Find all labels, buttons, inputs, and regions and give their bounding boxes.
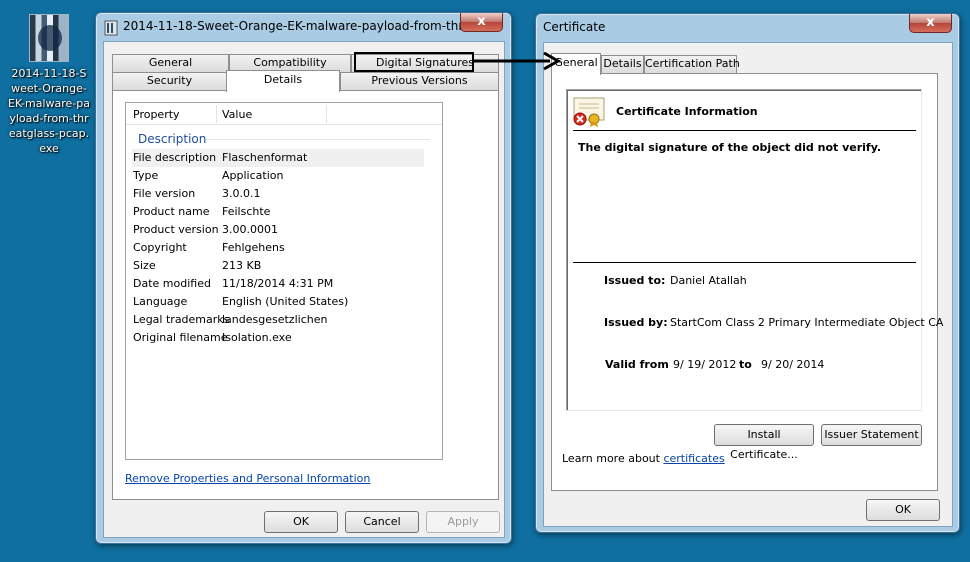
property-name: Product version [133, 223, 219, 236]
exe-file-icon [29, 14, 69, 62]
properties-close-button[interactable]: x [460, 13, 503, 32]
property-name: Date modified [133, 277, 211, 290]
certificate-client: General Details Certification Path Certi… [543, 42, 953, 527]
valid-from-value: 9/ 19/ 2012 [673, 358, 737, 371]
details-list[interactable]: Property Value Description File descript… [125, 102, 443, 460]
tab-general[interactable]: General [112, 54, 229, 72]
table-row[interactable]: Copyright Fehlgehens [132, 239, 424, 257]
property-name: Type [133, 169, 159, 182]
cert-heading-divider [573, 130, 916, 131]
properties-window: 2014-11-18-Sweet-Orange-EK-malware-paylo… [95, 12, 512, 544]
property-name: Language [133, 295, 188, 308]
property-value: 213 KB [222, 259, 262, 272]
table-row[interactable]: File version 3.0.0.1 [132, 185, 424, 203]
table-row[interactable]: Legal trademarks landesgesetzlichen [132, 311, 424, 329]
file-icon [104, 20, 118, 36]
tab-certification-path[interactable]: Certification Path [644, 55, 740, 73]
annotation-arrow-icon [472, 52, 562, 71]
remove-properties-link[interactable]: Remove Properties and Personal Informati… [125, 472, 370, 485]
property-value: 3.00.0001 [222, 223, 278, 236]
details-page: Property Value Description File descript… [112, 90, 499, 500]
table-row[interactable]: Product version 3.00.0001 [132, 221, 424, 239]
property-name: File description [133, 151, 217, 164]
certificates-link[interactable]: certificates [663, 452, 724, 465]
column-property[interactable]: Property [133, 108, 180, 121]
properties-client: General Compatibility Digital Signatures… [103, 41, 505, 538]
group-divider [206, 139, 430, 140]
property-value: English (United States) [222, 295, 349, 308]
tab-security[interactable]: Security [112, 72, 227, 90]
properties-title: 2014-11-18-Sweet-Orange-EK-malware-paylo… [123, 19, 463, 33]
list-header: Property Value [126, 103, 442, 125]
valid-to-value: 9/ 20/ 2014 [761, 358, 825, 371]
properties-titlebar[interactable]: 2014-11-18-Sweet-Orange-EK-malware-paylo… [96, 13, 511, 41]
desktop-file-label: 2014-11-18-Sweet-Orange-EK-malware-paylo… [8, 67, 90, 155]
table-row[interactable]: Type Application [132, 167, 424, 185]
table-row[interactable]: Original filename Isolation.exe [132, 329, 424, 347]
tab-previous-versions[interactable]: Previous Versions [340, 72, 499, 90]
cert-info-heading: Certificate Information [616, 105, 758, 118]
property-name: File version [133, 187, 196, 200]
issuer-statement-button[interactable]: Issuer Statement [821, 424, 922, 446]
certificate-window: Certificate x General Details Certificat… [535, 13, 960, 533]
group-description: Description [138, 132, 207, 146]
install-certificate-button[interactable]: Install Certificate... [714, 424, 814, 461]
learn-more-text: Learn more about certificates [562, 452, 725, 465]
issued-by-label: Issued by: [604, 316, 668, 329]
cert-general-page: Certificate Information The digital sign… [551, 73, 943, 491]
desktop-file-icon[interactable]: 2014-11-18-Sweet-Orange-EK-malware-paylo… [8, 14, 90, 156]
certificate-title: Certificate [543, 20, 606, 34]
valid-to-label: to [739, 358, 752, 371]
apply-button[interactable]: Apply [426, 511, 500, 533]
property-value: Feilschte [222, 205, 271, 218]
table-row[interactable]: Language English (United States) [132, 293, 424, 311]
table-row[interactable]: File description Flaschenformat [132, 149, 424, 167]
table-row[interactable]: Product name Feilschte [132, 203, 424, 221]
learn-more-prefix: Learn more about [562, 452, 660, 465]
issued-to-value: Daniel Atallah [670, 274, 747, 287]
property-name: Copyright [133, 241, 187, 254]
certificate-titlebar[interactable]: Certificate x [536, 14, 959, 42]
cert-status-message: The digital signature of the object did … [578, 141, 882, 154]
valid-from-label: Valid from [605, 358, 669, 371]
property-value: Flaschenformat [222, 151, 308, 164]
tab-details[interactable]: Details [226, 70, 340, 92]
property-value: 3.0.0.1 [222, 187, 261, 200]
cancel-button[interactable]: Cancel [345, 511, 419, 533]
issued-to-label: Issued to: [604, 274, 666, 287]
property-name: Product name [133, 205, 210, 218]
property-name: Size [133, 259, 156, 272]
certificate-close-button[interactable]: x [909, 14, 952, 33]
cert-middle-divider [573, 262, 916, 263]
property-value: Isolation.exe [222, 331, 292, 344]
cert-info-panel: Certificate Information The digital sign… [566, 89, 943, 411]
cert-ok-button[interactable]: OK [866, 499, 940, 521]
table-row[interactable]: Size 213 KB [132, 257, 424, 275]
column-value[interactable]: Value [222, 108, 252, 121]
property-name: Original filename [133, 331, 228, 344]
property-value: landesgesetzlichen [222, 313, 328, 326]
ok-button[interactable]: OK [264, 511, 338, 533]
property-name: Legal trademarks [133, 313, 230, 326]
tab-cert-details[interactable]: Details [601, 55, 644, 73]
certificate-error-icon [573, 97, 605, 127]
property-value: Fehlgehens [222, 241, 285, 254]
property-value: 11/18/2014 4:31 PM [222, 277, 334, 290]
table-row[interactable]: Date modified 11/18/2014 4:31 PM [132, 275, 424, 293]
property-value: Application [222, 169, 284, 182]
issued-by-value: StartCom Class 2 Primary Intermediate Ob… [670, 316, 944, 329]
